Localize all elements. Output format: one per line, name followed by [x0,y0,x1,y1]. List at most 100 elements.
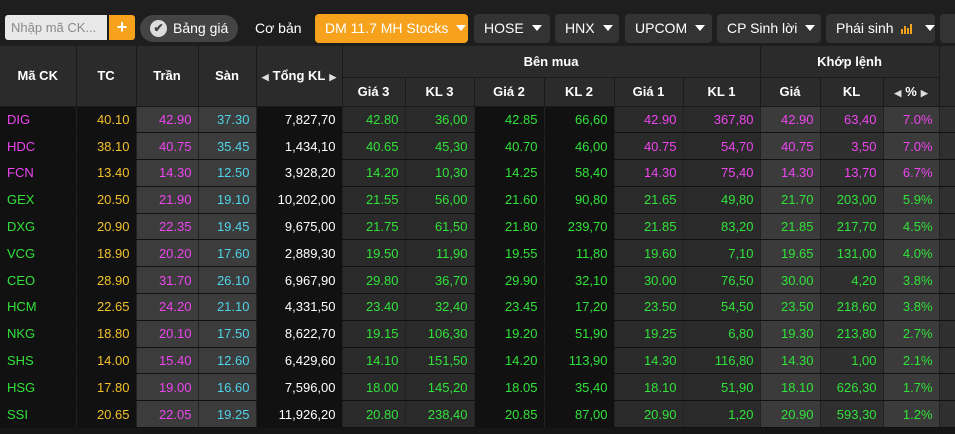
cell-spacer [939,293,955,321]
header-match-price[interactable]: Giá [760,77,821,107]
cell-ref: 28.90 [76,266,137,295]
cell-p2: 42.85 [474,106,545,134]
cell-v1: 49,80 [683,186,761,214]
cell-symbol[interactable]: HDC [0,132,77,161]
table-row[interactable]: DIG 40.10 42.90 37.30 7,827,70 42.80 36,00 42.8… [0,106,955,134]
tab-phai-sinh[interactable]: Phái sinh [826,14,936,43]
cell-p3: 21.55 [342,186,406,214]
cell-v2: 51,90 [544,320,615,348]
cell-v1: 7,10 [683,239,761,268]
header-v2[interactable]: KL 2 [544,77,615,107]
table-row[interactable]: CEO 28.90 31.70 26.10 6,967,90 29.80 36,70 29.9… [0,266,955,295]
cell-match-vol: 4,20 [820,266,884,295]
cell-floor: 35.45 [198,132,257,161]
cell-pct: 2.1% [883,347,940,375]
cell-p3: 19.15 [342,320,406,348]
cell-p3: 21.75 [342,213,406,241]
table-row[interactable]: SHS 14.00 15.40 12.60 6,429,60 14.10 151,50 14.… [0,347,955,375]
cell-ceil: 40.75 [136,132,199,161]
cell-symbol[interactable]: SSI [0,400,77,429]
header-v3[interactable]: KL 3 [405,77,475,107]
cell-floor: 19.25 [198,400,257,429]
triangle-left-icon[interactable]: ◀ [894,88,901,98]
cell-spacer [939,106,955,134]
table-row[interactable]: NKG 18.80 20.10 17.50 8,622,70 19.15 106,30 19.… [0,320,955,348]
cell-symbol[interactable]: NKG [0,320,77,348]
table-row[interactable]: GEX 20.50 21.90 19.10 10,202,00 21.55 56,00 21.… [0,186,955,214]
tab-co-ban-label: Cơ bản [255,20,302,36]
table-row[interactable]: HDC 38.10 40.75 35.45 1,434,10 40.65 45,30 40.7… [0,132,955,161]
cell-match-vol: 63,40 [820,106,884,134]
tab-dm-stocks-label: DM 11.7 MH Stocks [325,20,449,36]
cell-match-price: 14.30 [760,347,821,375]
cell-symbol[interactable]: SHS [0,347,77,375]
cell-v1: 76,50 [683,266,761,295]
tab-more[interactable] [940,14,955,43]
tab-bang-gia[interactable]: ✔ Bảng giá [140,15,239,42]
cell-v3: 106,30 [405,320,475,348]
cell-symbol[interactable]: HSG [0,373,77,402]
cell-symbol[interactable]: FCN [0,159,77,187]
cell-match-price: 30.00 [760,266,821,295]
cell-v2: 11,80 [544,239,615,268]
tab-upcom[interactable]: UPCOM [625,14,712,43]
cell-p2: 21.80 [474,213,545,241]
chevron-down-icon [531,25,542,31]
table-row[interactable]: FCN 13.40 14.30 12.50 3,928,20 14.20 10,30 14.2… [0,159,955,187]
table-row[interactable]: DXG 20.90 22.35 19.45 9,675,00 21.75 61,50 21.8… [0,213,955,241]
add-symbol-button[interactable]: + [109,15,135,40]
cell-symbol[interactable]: HCM [0,293,77,321]
table-row[interactable]: HCM 22.65 24.20 21.10 4,331,50 23.40 32,40 23.4… [0,293,955,321]
tab-co-ban[interactable]: Cơ bản [245,14,312,43]
cell-v2: 239,70 [544,213,615,241]
header-p2[interactable]: Giá 2 [474,77,545,107]
header-match-vol[interactable]: KL [820,77,884,107]
cell-v3: 36,70 [405,266,475,295]
header-v1[interactable]: KL 1 [683,77,761,107]
search-input[interactable] [5,15,107,40]
header-p3[interactable]: Giá 3 [342,77,406,107]
cell-floor: 17.50 [198,320,257,348]
table-row[interactable]: SSI 20.65 22.05 19.25 11,926,20 20.80 238,40 20… [0,400,955,429]
table-row[interactable]: VCG 18.90 20.20 17.60 2,889,30 19.50 11,90 19.5… [0,239,955,268]
triangle-right-icon[interactable]: ▶ [921,88,928,98]
tab-dm-stocks[interactable]: DM 11.7 MH Stocks [315,14,468,43]
cell-p2: 14.20 [474,347,545,375]
cell-spacer [939,239,955,268]
cell-p2: 19.20 [474,320,545,348]
tab-hose[interactable]: HOSE [474,14,550,43]
cell-p3: 20.80 [342,400,406,429]
cell-ceil: 20.20 [136,239,199,268]
cell-p2: 14.25 [474,159,545,187]
cell-ceil: 24.20 [136,293,199,321]
cell-symbol[interactable]: VCG [0,239,77,268]
cell-symbol[interactable]: CEO [0,266,77,295]
header-p1[interactable]: Giá 1 [614,77,684,107]
cell-pct: 7.0% [883,132,940,161]
tab-hnx[interactable]: HNX [555,14,619,43]
cell-match-vol: 217,70 [820,213,884,241]
header-total-vol[interactable]: ◀ Tổng KL ▶ [256,46,343,107]
cell-p3: 19.50 [342,239,406,268]
cell-ceil: 20.10 [136,320,199,348]
cell-symbol[interactable]: GEX [0,186,77,214]
header-ceil[interactable]: Trần [136,46,199,107]
cell-total-vol: 7,596,00 [256,373,343,402]
cell-ref: 20.65 [76,400,137,429]
triangle-right-icon[interactable]: ▶ [329,72,336,82]
table-row[interactable]: HSG 17.80 19.00 16.60 7,596,00 18.00 145,20 18.… [0,373,955,402]
cell-p2: 40.70 [474,132,545,161]
header-floor[interactable]: Sàn [198,46,257,107]
header-pct[interactable]: ◀% ▶ [883,77,940,107]
header-symbol[interactable]: Mã CK [0,46,77,107]
tab-cp-sinh-loi[interactable]: CP Sinh lời [717,14,821,43]
cell-v3: 238,40 [405,400,475,429]
cell-spacer [939,373,955,402]
cell-symbol[interactable]: DXG [0,213,77,241]
cell-symbol[interactable]: DIG [0,106,77,134]
cell-v2: 113,90 [544,347,615,375]
triangle-left-icon[interactable]: ◀ [262,72,269,82]
cell-v1: 1,20 [683,400,761,429]
header-ref[interactable]: TC [76,46,137,107]
cell-spacer [939,320,955,348]
